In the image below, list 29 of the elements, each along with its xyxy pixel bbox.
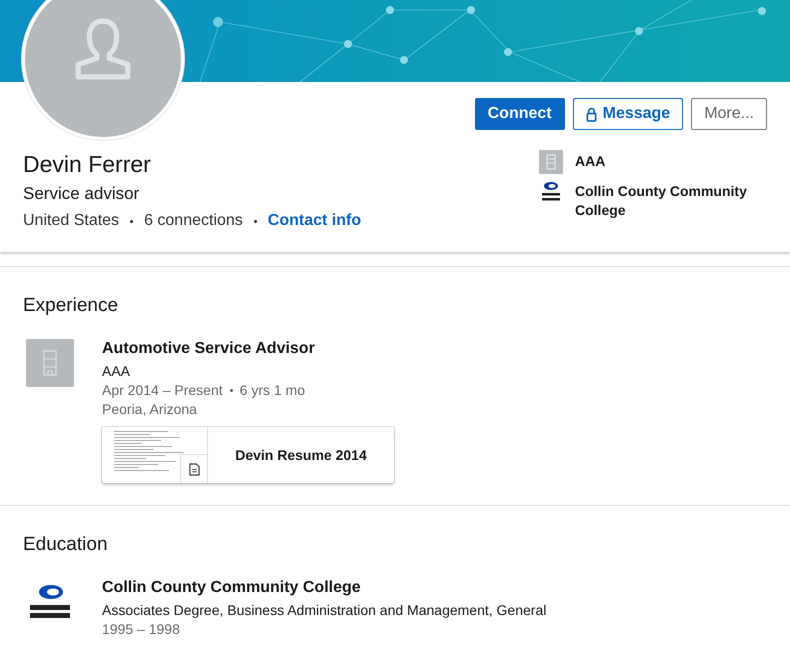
connect-button[interactable]: Connect [474,98,565,130]
school-name: Collin County Community College [102,578,362,598]
lock-icon [586,106,597,122]
attachment-title: Devin Resume 2014 [234,446,368,465]
company-name: AAA [102,362,132,381]
headline: Service advisor [23,184,140,204]
more-button[interactable]: More... [691,98,767,130]
location: United States [23,212,120,230]
separator-dot [130,220,134,222]
affiliation-name[interactable]: AAA [575,150,606,171]
attachment-card[interactable]: Devin Resume 2014 [102,427,394,483]
job-title: Automotive Service Advisor [102,339,316,359]
section-heading: Education [23,534,109,556]
duration: 6 yrs 1 mo [240,381,305,400]
building-icon [26,339,74,387]
profile-name: Devin Ferrer [23,150,152,178]
degree: Associates Degree, Business Administration and Management, General [102,601,546,620]
document-icon [188,462,200,476]
affiliation-name[interactable]: Collin County Community College [575,180,767,220]
job-location: Peoria, Arizona [102,400,198,419]
separator-dot [254,220,257,222]
separator-dot [230,389,233,392]
years: 1995 – 1998 [102,620,181,639]
connections-count: 6 connections [144,212,243,230]
message-button[interactable]: Message [572,98,684,130]
section-heading: Experience [23,295,120,317]
building-icon [539,150,563,174]
date-range: Apr 2014 – Present [102,381,223,400]
contact-info-link[interactable]: Contact info [268,212,362,230]
